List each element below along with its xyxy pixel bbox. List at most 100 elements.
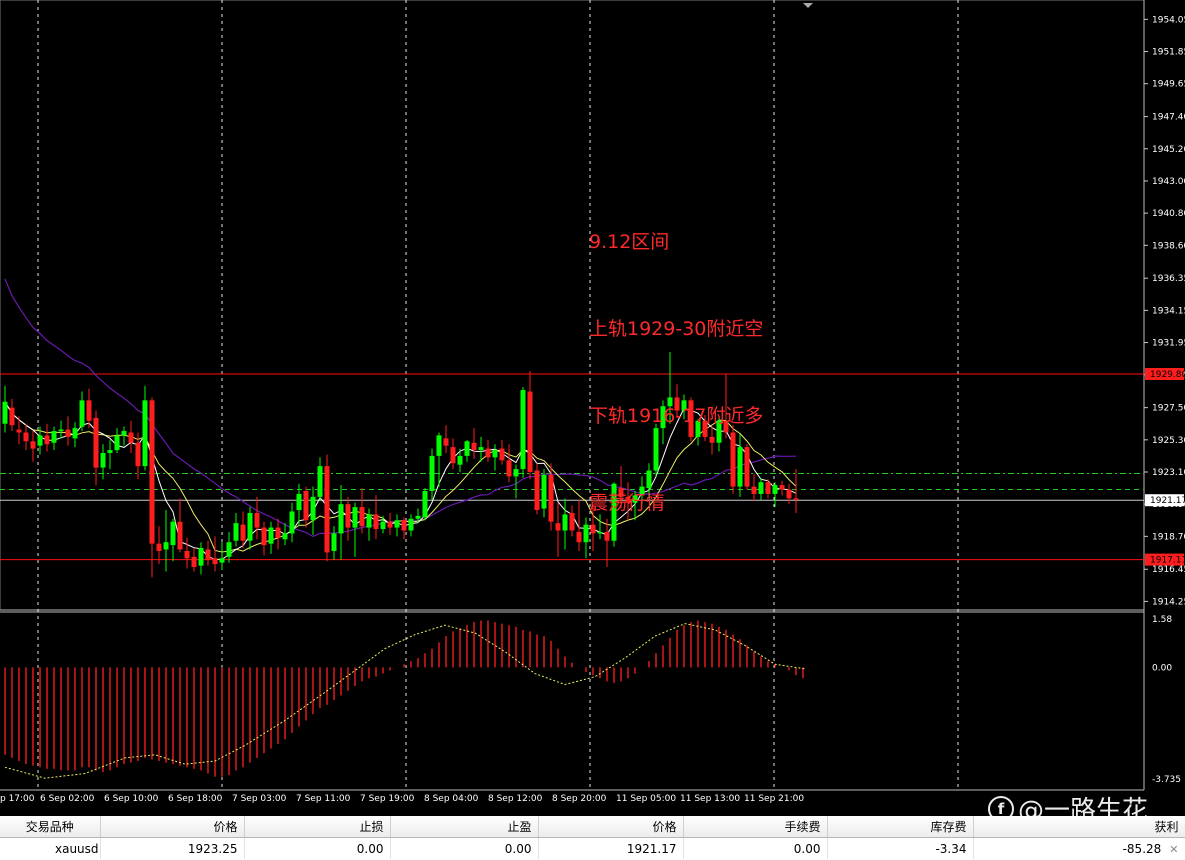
candle-body (352, 507, 358, 528)
candle-body (345, 504, 351, 528)
annotation-line-3: 下轨1916-17附近多 (589, 405, 764, 427)
price-tick-label: 1914.25 (1152, 597, 1185, 607)
candle-body (310, 496, 316, 521)
time-axis-label: 7 Sep 03:00 (232, 794, 287, 804)
col-current-price[interactable]: 价格 (538, 816, 684, 838)
candle-body (303, 491, 309, 521)
price-tick-label: 1938.60 (1152, 241, 1185, 251)
candle-body (100, 452, 106, 468)
candle-body (415, 515, 421, 519)
candle-body (37, 435, 43, 446)
cell-commission: 0.00 (683, 837, 828, 859)
signal-line (4, 623, 806, 779)
price-tick-label: 1936.35 (1152, 274, 1185, 284)
price-tick-label: 1918.70 (1152, 532, 1185, 542)
candle-body (282, 533, 288, 540)
price-tick-label: 1943.00 (1152, 177, 1185, 187)
candle-body (772, 485, 778, 494)
candle-body (16, 429, 22, 433)
col-stop-loss[interactable]: 止损 (244, 816, 391, 838)
candle-body (240, 524, 246, 541)
candle-body (387, 521, 393, 528)
candle-body (408, 518, 414, 531)
time-axis-label: 6 Sep 18:00 (168, 794, 223, 804)
time-axis-label: p 17:00 (0, 794, 35, 804)
time-axis-label: 7 Sep 11:00 (296, 794, 351, 804)
col-swap[interactable]: 库存费 (827, 816, 974, 838)
candle-body (289, 511, 295, 534)
candle-body (268, 527, 274, 544)
candle-body (793, 498, 799, 500)
candle-body (23, 432, 29, 442)
lower-level-badge: 1917.11 (1150, 556, 1185, 566)
col-symbol[interactable]: 交易品种 (0, 816, 101, 838)
price-tick-label: 1945.20 (1152, 145, 1185, 155)
candle-body (450, 447, 456, 464)
candle-body (471, 442, 477, 451)
candle-body (247, 512, 253, 541)
candle-body (58, 429, 64, 432)
candle-body (324, 466, 330, 553)
candle-body (135, 442, 141, 467)
candle-body (457, 455, 463, 465)
positions-panel: 交易品种 价格 止损 止盈 价格 手续费 库存费 获利 xauusd 1923.… (0, 816, 1185, 860)
candle-body (205, 549, 211, 560)
candle-body (366, 514, 372, 528)
candle-body (338, 504, 344, 534)
cell-stop-loss[interactable]: 0.00 (244, 837, 391, 859)
current-price-badge: 1921.17 (1150, 496, 1185, 506)
annotation-line-4: 震荡行情 (589, 492, 666, 514)
time-axis-label: 8 Sep 12:00 (488, 794, 543, 804)
candle-body (765, 482, 771, 494)
col-profit[interactable]: 获利 (973, 816, 1185, 838)
candle-body (527, 391, 533, 472)
candle-body (170, 521, 176, 546)
candle-body (373, 514, 379, 530)
price-tick-label: 1927.50 (1152, 404, 1185, 414)
candle-body (541, 474, 547, 509)
cell-take-profit[interactable]: 0.00 (390, 837, 539, 859)
candle-body (485, 448, 491, 458)
close-position-icon[interactable]: ✕ (1169, 843, 1178, 856)
candle-body (576, 531, 582, 543)
candle-body (107, 450, 113, 453)
candle-body (9, 407, 15, 426)
col-commission[interactable]: 手续费 (683, 816, 828, 838)
time-axis-label: 8 Sep 20:00 (552, 794, 607, 804)
candle-body (177, 521, 183, 550)
candle-body (429, 455, 435, 492)
candle-body (254, 512, 260, 528)
candle-body (121, 431, 127, 436)
candle-body (233, 523, 239, 541)
candle-body (142, 400, 148, 467)
price-tick-label: 1931.95 (1152, 339, 1185, 349)
candle-body (436, 435, 442, 456)
candle-body (191, 556, 197, 568)
candle-body (555, 523, 561, 531)
positions-table: 交易品种 价格 止损 止盈 价格 手续费 库存费 获利 xauusd 1923.… (0, 816, 1185, 859)
candle-body (212, 558, 218, 565)
candle-body (44, 435, 50, 445)
candle-body (219, 558, 225, 563)
col-take-profit[interactable]: 止盈 (390, 816, 539, 838)
candle-body (184, 550, 190, 559)
candle-body (51, 431, 57, 443)
indicator-bottom-label: -3.735 (1152, 775, 1181, 785)
time-axis-label: 11 Sep 05:00 (616, 794, 676, 804)
candle-body (443, 438, 449, 446)
candle-body (506, 460, 512, 477)
candle-body (401, 520, 407, 531)
col-open-price[interactable]: 价格 (100, 816, 245, 838)
table-header-row: 交易品种 价格 止损 止盈 价格 手续费 库存费 获利 (0, 816, 1185, 838)
candle-body (93, 417, 99, 468)
price-tick-label: 1940.80 (1152, 209, 1185, 219)
candle-body (198, 548, 204, 566)
candle-body (394, 520, 400, 528)
candle-body (65, 429, 71, 437)
candle-body (79, 400, 85, 427)
candle-body (548, 474, 554, 522)
indicator-histogram (4, 620, 804, 777)
cell-profit: -85.28 ✕ (973, 837, 1185, 859)
candle-body (464, 441, 470, 456)
table-row[interactable]: xauusd 1923.25 0.00 0.00 1921.17 0.00 -3… (0, 837, 1185, 859)
